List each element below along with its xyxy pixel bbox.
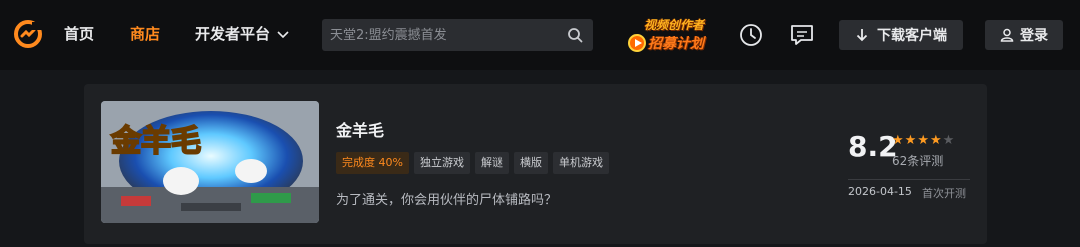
divider: [848, 179, 970, 180]
message-icon[interactable]: [789, 22, 815, 48]
star-empty-icon: ★: [942, 133, 955, 148]
play-icon: [628, 34, 646, 52]
top-navigation-bar: 首页 商店 开发者平台 视频创作者 招募计划 下载客户端: [0, 0, 1080, 70]
tag-list: 完成度 40% 独立游戏 解谜 横版 单机游戏: [336, 152, 609, 174]
tag-item[interactable]: 横版: [513, 152, 548, 174]
promo-line2: 招募计划: [648, 36, 704, 52]
login-label: 登录: [1020, 28, 1048, 44]
rating-score: 8.2: [848, 130, 898, 163]
review-count[interactable]: 62条评测: [892, 152, 943, 169]
promo-line1: 视频创作者: [644, 18, 705, 32]
game-card[interactable]: 金羊毛 金羊毛 完成度 40% 独立游戏 解谜 横版 单机游戏 为了通关，你会用…: [84, 84, 987, 244]
game-cover-image[interactable]: 金羊毛: [101, 101, 319, 223]
star-filled-icon: ★: [892, 133, 904, 148]
nav-home-link[interactable]: 首页: [64, 24, 94, 44]
rating-stars: ★ ★ ★ ★ ★: [892, 134, 954, 148]
test-type-label: 首次开测: [922, 187, 966, 200]
search-icon[interactable]: [567, 27, 583, 43]
chevron-down-icon: [277, 31, 289, 39]
history-clock-icon[interactable]: [738, 22, 764, 48]
download-arrow-icon: [856, 29, 868, 42]
nav-developer-dropdown[interactable]: 开发者平台: [195, 24, 290, 44]
search-input[interactable]: [330, 19, 560, 51]
app-logo-icon[interactable]: [12, 18, 44, 50]
star-filled-icon: ★: [904, 133, 917, 148]
login-button[interactable]: 登录: [985, 20, 1063, 50]
completion-badge: 完成度 40%: [336, 152, 409, 174]
creator-recruit-banner[interactable]: 视频创作者 招募计划: [626, 14, 714, 56]
game-description: 为了通关，你会用伙伴的尸体铺路吗？: [336, 193, 558, 208]
star-filled-icon: ★: [917, 133, 929, 148]
download-label: 下载客户端: [877, 28, 947, 44]
nav-developer-label: 开发者平台: [195, 25, 271, 43]
search-box: [322, 19, 593, 51]
download-client-button[interactable]: 下载客户端: [839, 20, 963, 50]
nav-store-link[interactable]: 商店: [130, 24, 160, 44]
cover-title-text: 金羊毛: [110, 124, 201, 159]
star-filled-icon: ★: [929, 133, 942, 148]
game-title[interactable]: 金羊毛: [336, 117, 384, 141]
user-icon: [1000, 28, 1014, 42]
tag-item[interactable]: 独立游戏: [413, 152, 470, 174]
tag-item[interactable]: 单机游戏: [552, 152, 609, 174]
tag-item[interactable]: 解谜: [474, 152, 509, 174]
release-date: 2026-04-15: [848, 185, 912, 198]
